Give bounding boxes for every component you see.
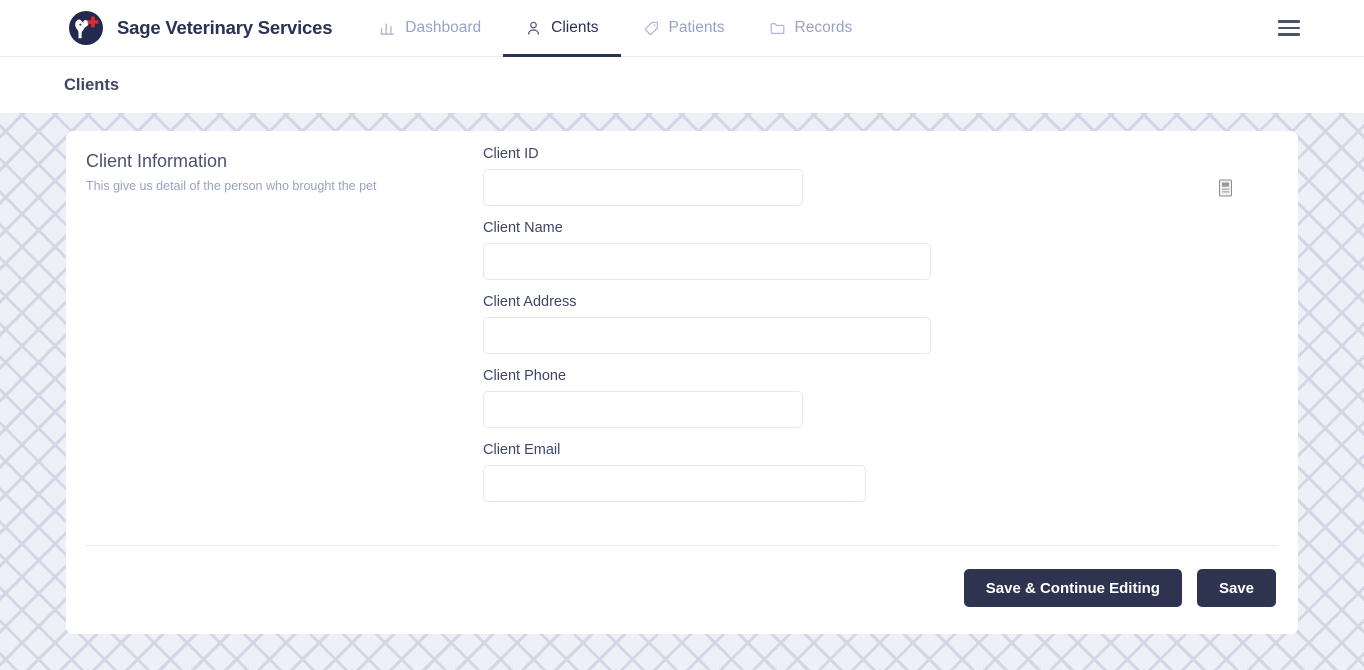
field-client-id-label: Client ID [483,146,539,162]
save-and-continue-editing-button[interactable]: Save & Continue Editing [963,569,1182,607]
form-actions: Save & Continue Editing Save [963,569,1276,607]
client-information-card: Client Information This give us detail o… [66,131,1298,634]
field-client-phone: Client Phone [483,368,1243,428]
client-information-form: Client ID Client Name Client Address Cli… [483,146,1243,516]
nav-item-clients-label: Clients [551,19,599,36]
hamburger-bar [1278,33,1300,36]
form-divider [86,545,1278,546]
person-icon [525,20,542,37]
hamburger-bar [1278,26,1300,30]
field-client-name: Client Name [483,220,1243,280]
field-client-name-label: Client Name [483,220,563,236]
main-nav: Dashboard Clients Patients Records [357,0,874,57]
top-navigation-bar: Sage Veterinary Services Dashboard Clien… [0,0,1364,57]
client-email-input[interactable] [483,465,866,502]
field-client-phone-label: Client Phone [483,368,567,384]
breadcrumb-bar: Clients [0,57,1364,113]
hamburger-bar [1278,20,1300,23]
nav-item-clients[interactable]: Clients [503,0,621,57]
field-client-email-label: Client Email [483,442,561,458]
field-client-address-label: Client Address [483,294,577,310]
client-phone-input[interactable] [483,391,803,428]
bar-chart-icon [379,20,396,37]
nav-item-dashboard[interactable]: Dashboard [357,0,503,57]
brand[interactable]: Sage Veterinary Services [66,8,332,48]
nav-item-dashboard-label: Dashboard [405,19,482,36]
client-name-input[interactable] [483,243,931,280]
brand-name: Sage Veterinary Services [117,17,333,38]
veterinary-pet-cross-logo-icon [66,8,106,48]
section-header: Client Information This give us detail o… [86,151,466,194]
nav-item-patients[interactable]: Patients [621,0,747,57]
field-client-address: Client Address [483,294,1243,354]
nav-item-records-label: Records [794,19,853,36]
client-id-input[interactable] [483,169,803,206]
number-spinner-icon[interactable] [1218,178,1233,197]
client-address-input[interactable] [483,317,931,354]
nav-item-patients-label: Patients [668,19,725,36]
field-client-id: Client ID [483,146,1243,206]
page-body: Client Information This give us detail o… [0,113,1364,670]
nav-item-records[interactable]: Records [747,0,875,57]
tag-icon [643,20,660,37]
field-client-email: Client Email [483,442,1243,502]
save-button[interactable]: Save [1196,569,1276,607]
section-title: Client Information [86,151,228,171]
section-subtitle: This give us detail of the person who br… [86,179,377,193]
page-title: Clients [64,75,120,94]
folder-icon [769,20,786,37]
hamburger-menu-icon[interactable] [1278,20,1300,36]
